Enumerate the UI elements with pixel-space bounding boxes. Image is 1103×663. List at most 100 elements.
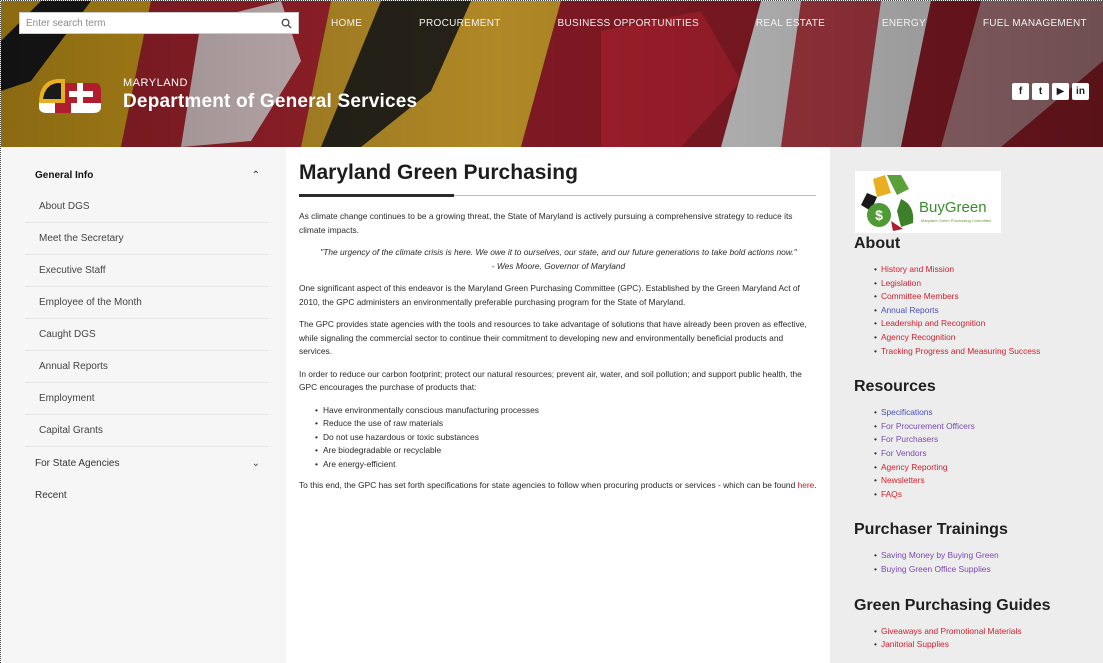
- list-item: Are energy-efficient: [315, 458, 818, 472]
- list-item: Have environmentally conscious manufactu…: [315, 404, 818, 418]
- for-vendors-link[interactable]: For Vendors: [881, 448, 927, 458]
- specifications-here-link[interactable]: here: [798, 480, 815, 490]
- intro-paragraph: As climate change continues to be a grow…: [299, 211, 793, 235]
- list-item: For Procurement Officers: [874, 420, 1103, 434]
- guides-heading: Green Purchasing Guides: [854, 596, 1051, 614]
- purchase-paragraph: In order to reduce our carbon footprint;…: [299, 368, 802, 393]
- search-icon[interactable]: [274, 13, 298, 33]
- janitorial-supplies-link[interactable]: Janitorial Supplies: [881, 639, 949, 649]
- product-criteria-list: Have environmentally conscious manufactu…: [315, 404, 818, 472]
- nav-home[interactable]: HOME: [331, 18, 362, 29]
- sidebar-item-general-info[interactable]: General Info ⌃: [25, 159, 268, 191]
- list-item: Newsletters: [874, 474, 1103, 488]
- about-links: History and Mission Legislation Committe…: [874, 263, 1103, 358]
- buygreen-wordmark: BuyGreen: [919, 199, 987, 216]
- sidebar-item-label: About DGS: [39, 201, 90, 212]
- guides-links: Giveaways and Promotional Materials Jani…: [874, 625, 1103, 652]
- history-and-mission-link[interactable]: History and Mission: [881, 264, 954, 274]
- search-input[interactable]: [20, 13, 274, 33]
- agency-reporting-link[interactable]: Agency Reporting: [881, 462, 948, 472]
- committee-members-link[interactable]: Committee Members: [881, 291, 959, 301]
- right-sidebar: $ BuyGreen Maryland Green Purchasing Com…: [830, 147, 1103, 663]
- for-purchasers-link[interactable]: For Purchasers: [881, 434, 938, 444]
- newsletters-link[interactable]: Newsletters: [881, 475, 925, 485]
- site-header: HOME PROCUREMENT BUSINESS OPPORTUNITIES …: [1, 1, 1103, 147]
- leadership-and-recognition-link[interactable]: Leadership and Recognition: [881, 318, 985, 328]
- sidebar-item-label: Employee of the Month: [39, 297, 142, 308]
- sidebar-item-label: Caught DGS: [39, 329, 96, 340]
- main-content: Maryland Green Purchasing As climate cha…: [286, 147, 830, 663]
- closing-text: To this end, the GPC has set forth speci…: [299, 480, 798, 490]
- trainings-links: Saving Money by Buying Green Buying Gree…: [874, 549, 1103, 576]
- top-navigation: HOME PROCUREMENT BUSINESS OPPORTUNITIES …: [331, 18, 1087, 29]
- sidebar-item-for-state-agencies[interactable]: For State Agencies ⌄: [25, 447, 268, 479]
- title-divider: [299, 194, 816, 197]
- specifications-link[interactable]: Specifications: [881, 407, 933, 417]
- sidebar-item-executive-staff[interactable]: Executive Staff: [25, 255, 268, 287]
- site-brand[interactable]: MARYLAND Department of General Services: [35, 73, 417, 117]
- chevron-up-icon[interactable]: ⌃: [252, 170, 260, 181]
- sidebar-item-employment[interactable]: Employment: [25, 383, 268, 415]
- svg-text:$: $: [875, 207, 883, 223]
- sidebar-item-meet-the-secretary[interactable]: Meet the Secretary: [25, 223, 268, 255]
- list-item: Specifications: [874, 406, 1103, 420]
- list-item: History and Mission: [874, 263, 1103, 277]
- list-item: Do not use hazardous or toxic substances: [315, 431, 818, 445]
- facebook-icon[interactable]: f: [1012, 83, 1029, 100]
- sidebar-item-employee-of-the-month[interactable]: Employee of the Month: [25, 287, 268, 319]
- twitter-icon[interactable]: t: [1032, 83, 1049, 100]
- sidebar-item-caught-dgs[interactable]: Caught DGS: [25, 319, 268, 351]
- legislation-link[interactable]: Legislation: [881, 278, 921, 288]
- list-item: Committee Members: [874, 290, 1103, 304]
- gpc-paragraph: One significant aspect of this endeavor …: [299, 283, 800, 307]
- list-item: Legislation: [874, 277, 1103, 291]
- nav-real-estate[interactable]: REAL ESTATE: [756, 18, 825, 29]
- quote-author: - Wes Moore, Governor of Maryland: [491, 260, 626, 271]
- list-item: Saving Money by Buying Green: [874, 549, 1103, 563]
- brand-title: Department of General Services: [123, 91, 418, 112]
- list-item: Buying Green Office Supplies: [874, 563, 1103, 577]
- list-item: FAQs: [874, 488, 1103, 502]
- page-title: Maryland Green Purchasing: [299, 161, 578, 184]
- list-item: Reduce the use of raw materials: [315, 417, 818, 431]
- list-item: Giveaways and Promotional Materials: [874, 625, 1103, 639]
- linkedin-icon[interactable]: in: [1072, 83, 1089, 100]
- list-item: Annual Reports: [874, 304, 1103, 318]
- for-procurement-officers-link[interactable]: For Procurement Officers: [881, 421, 975, 431]
- sidebar-item-recent[interactable]: Recent: [25, 479, 268, 511]
- youtube-icon[interactable]: ▶: [1052, 83, 1069, 100]
- dgs-logo: [39, 79, 101, 113]
- about-heading: About: [854, 235, 901, 252]
- social-links: f t ▶ in: [1012, 83, 1089, 100]
- recycle-dollar-icon: $: [861, 175, 914, 231]
- sidebar-item-label: Employment: [39, 393, 95, 404]
- sidebar-item-label: Meet the Secretary: [39, 233, 124, 244]
- tracking-progress-link[interactable]: Tracking Progress and Measuring Success: [881, 346, 1040, 356]
- agency-recognition-link[interactable]: Agency Recognition: [881, 332, 956, 342]
- sidebar-item-label: Capital Grants: [39, 425, 103, 436]
- nav-energy[interactable]: ENERGY: [882, 18, 926, 29]
- nav-fuel-management[interactable]: FUEL MANAGEMENT: [983, 18, 1087, 29]
- sidebar-item-label: Executive Staff: [39, 265, 106, 276]
- sidebar-item-capital-grants[interactable]: Capital Grants: [25, 415, 268, 447]
- saving-money-link[interactable]: Saving Money by Buying Green: [881, 550, 999, 560]
- list-item: Leadership and Recognition: [874, 317, 1103, 331]
- brand-subtitle: MARYLAND: [123, 77, 188, 89]
- sidebar-item-label: Recent: [35, 489, 67, 501]
- chevron-down-icon[interactable]: ⌄: [252, 458, 260, 469]
- annual-reports-link[interactable]: Annual Reports: [881, 305, 939, 315]
- governor-quote: "The urgency of the climate crisis is he…: [299, 246, 818, 273]
- office-supplies-link[interactable]: Buying Green Office Supplies: [881, 564, 991, 574]
- sidebar-item-about-dgs[interactable]: About DGS: [25, 191, 268, 223]
- buygreen-logo[interactable]: $ BuyGreen Maryland Green Purchasing Com…: [855, 171, 1001, 233]
- buygreen-tagline: Maryland Green Purchasing Committee: [921, 218, 992, 223]
- sidebar-item-annual-reports[interactable]: Annual Reports: [25, 351, 268, 383]
- quote-text: "The urgency of the climate crisis is he…: [320, 247, 797, 257]
- giveaways-link[interactable]: Giveaways and Promotional Materials: [881, 626, 1022, 636]
- trainings-heading: Purchaser Trainings: [854, 521, 1008, 539]
- nav-procurement[interactable]: PROCUREMENT: [419, 18, 501, 29]
- closing-end: .: [814, 480, 817, 490]
- nav-business-opportunities[interactable]: BUSINESS OPPORTUNITIES: [558, 18, 699, 29]
- sidebar-item-label: For State Agencies: [35, 457, 120, 469]
- faqs-link[interactable]: FAQs: [881, 489, 902, 499]
